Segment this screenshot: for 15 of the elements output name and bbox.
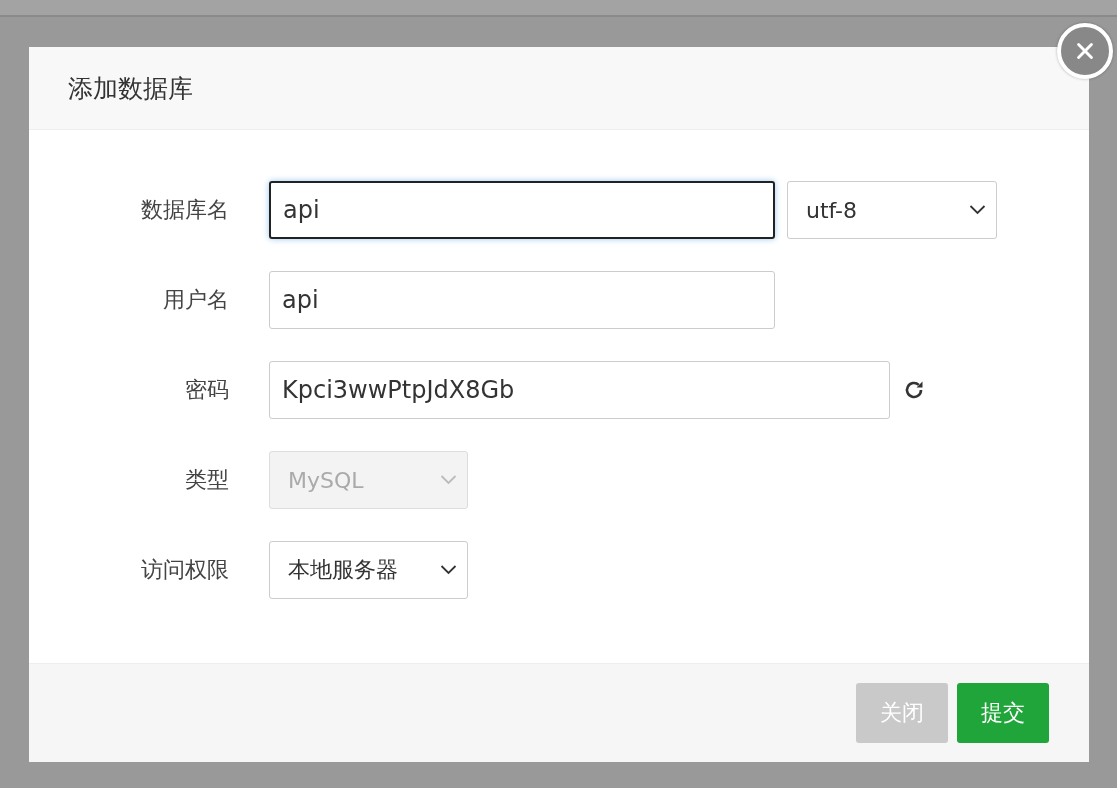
input-field[interactable]: Kpci3wwPtpJdX8Gb [269,361,890,419]
field-label: 类型 [184,466,229,494]
dialog-title: 添加数据库 [68,72,193,105]
input-field[interactable]: api [269,181,775,239]
input-field[interactable]: api [269,271,775,329]
field-label: 访问权限 [140,556,229,584]
field-label: 密码 [184,376,229,404]
field-label: 数据库名 [140,196,229,224]
caret-icon [440,565,457,575]
close-icon[interactable] [1057,23,1113,79]
caret-icon [969,205,986,215]
select-field[interactable]: utf-8 [787,181,997,239]
select-field[interactable]: 本地服务器 [269,541,468,599]
field-label: 用户名 [162,286,229,314]
caret-icon [440,475,457,485]
